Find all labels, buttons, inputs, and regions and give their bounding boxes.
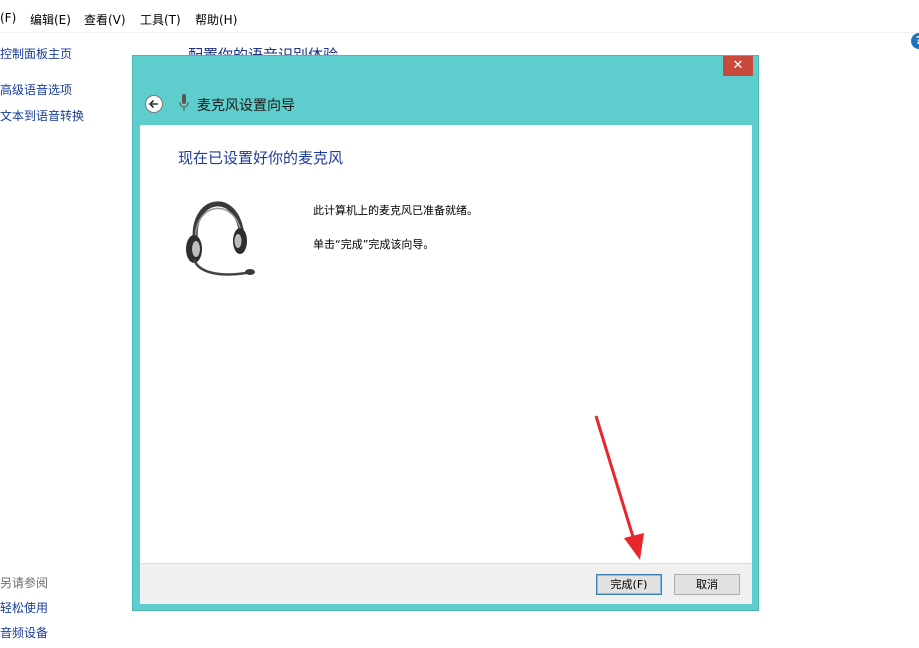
arrow-left-icon[interactable]	[145, 95, 163, 113]
menu-bar: (F) 编辑(E) 查看(V) 工具(T) 帮助(H)	[0, 0, 919, 33]
microphone-icon	[179, 94, 189, 111]
advanced-speech-options-link[interactable]: 高级语音选项	[0, 81, 72, 98]
wizard-heading: 现在已设置好你的麦克风	[178, 149, 344, 167]
finish-button[interactable]: 完成(F)	[596, 574, 662, 595]
microphone-setup-dialog: ✕ 麦克风设置向导 现在已设置好你的麦克风 此计算机上的麦克风已准备就绪。 单击…	[132, 55, 759, 611]
menu-help[interactable]: 帮助(H)	[195, 11, 237, 28]
help-icon[interactable]: ?	[911, 33, 919, 49]
ease-of-access-link[interactable]: 轻松使用	[0, 599, 48, 616]
menu-edit[interactable]: 编辑(E)	[30, 11, 71, 28]
close-button[interactable]: ✕	[723, 56, 753, 76]
wizard-title: 麦克风设置向导	[197, 98, 295, 114]
wizard-content: 现在已设置好你的麦克风 此计算机上的麦克风已准备就绪。 单击“完成”完成该向导。	[140, 125, 752, 563]
menu-tools[interactable]: 工具(T)	[140, 11, 181, 28]
menu-file[interactable]: (F)	[0, 11, 16, 25]
headset-icon	[186, 201, 255, 276]
text-to-speech-link[interactable]: 文本到语音转换	[0, 107, 84, 124]
audio-devices-link[interactable]: 音频设备	[0, 624, 48, 641]
finish-instruction-message: 单击“完成”完成该向导。	[313, 238, 435, 251]
back-arrow-glyph	[148, 99, 158, 109]
menu-view[interactable]: 查看(V)	[84, 11, 126, 28]
annotation-arrow	[594, 415, 644, 560]
control-panel-home-link[interactable]: 控制面板主页	[0, 45, 72, 62]
microphone-ready-message: 此计算机上的麦克风已准备就绪。	[313, 204, 478, 217]
cancel-button[interactable]: 取消	[674, 574, 740, 595]
wizard-footer: 完成(F) 取消	[140, 563, 752, 604]
see-also-heading: 另请参阅	[0, 576, 49, 590]
